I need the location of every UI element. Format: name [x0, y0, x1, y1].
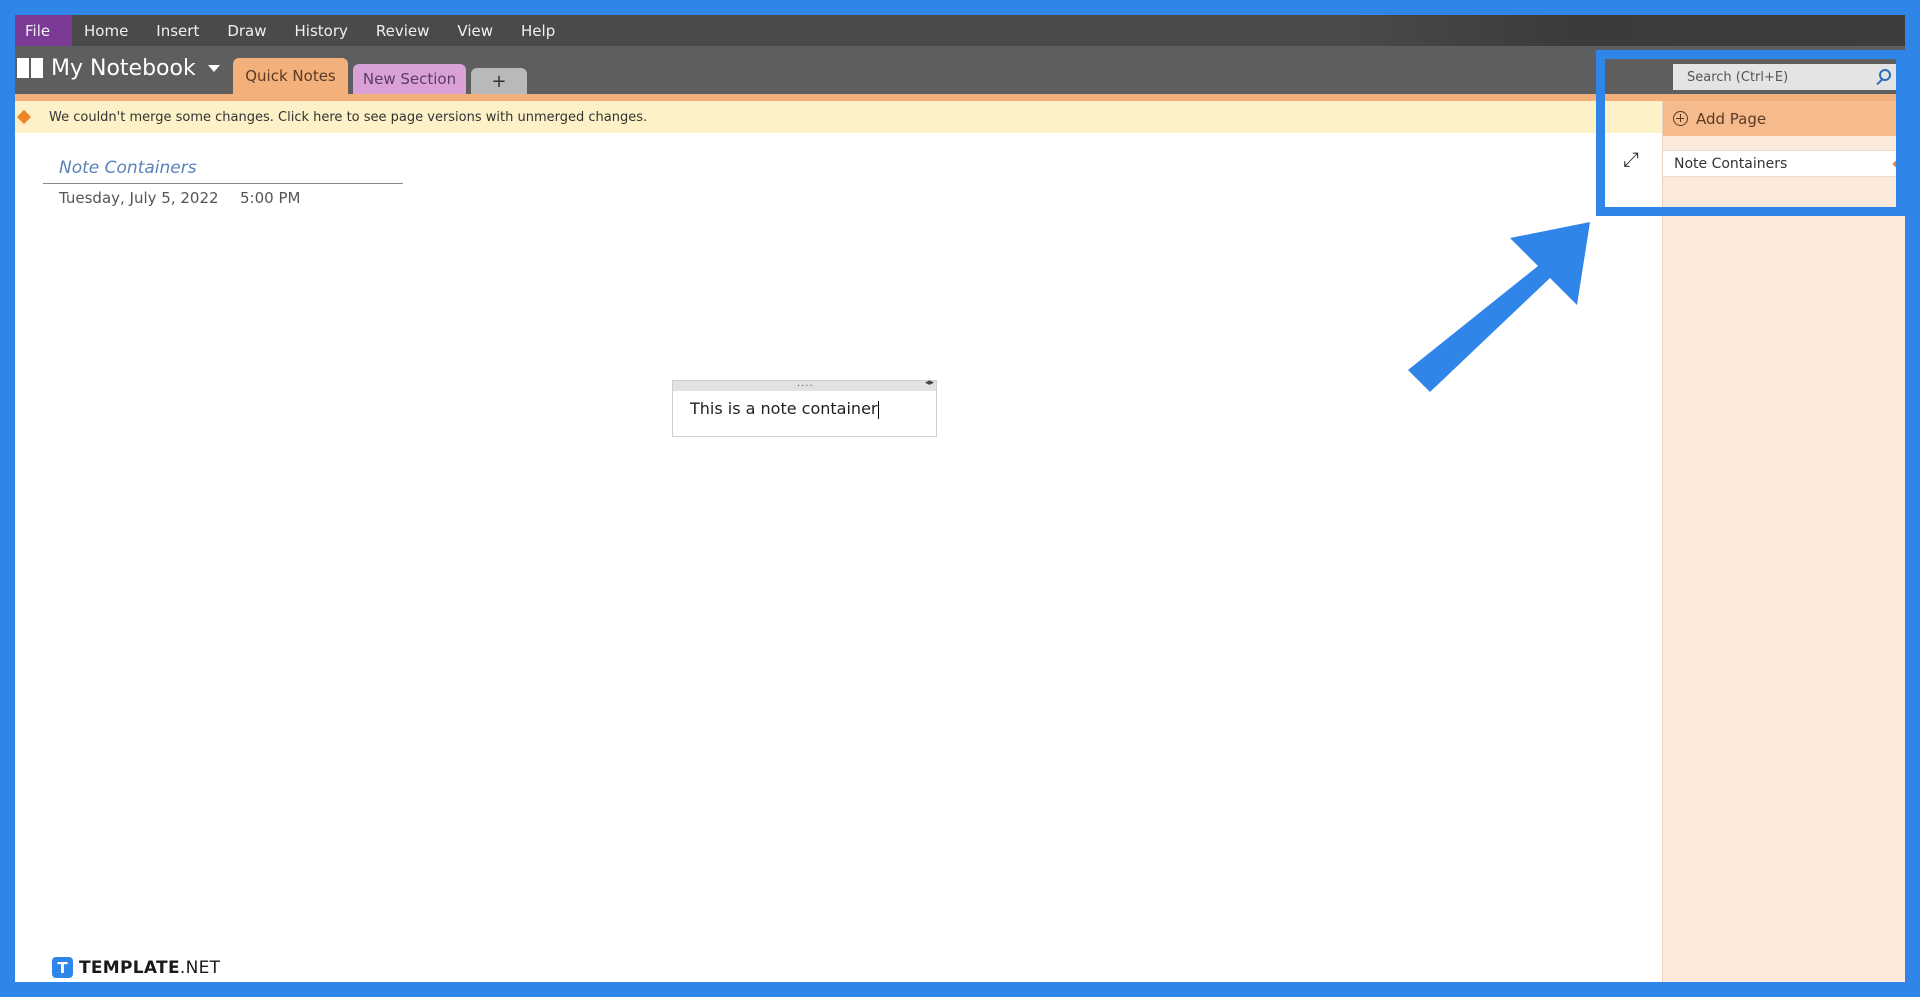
- menu-view[interactable]: View: [457, 22, 493, 40]
- menu-help[interactable]: Help: [521, 22, 555, 40]
- resize-handle-icon[interactable]: ◂▸: [925, 378, 934, 388]
- menu-review[interactable]: Review: [376, 22, 430, 40]
- logo-brand: TEMPLATE: [79, 957, 180, 978]
- title-divider: [43, 183, 403, 184]
- warning-icon: [16, 109, 32, 125]
- menu-home[interactable]: Home: [84, 22, 128, 40]
- tab-new-section[interactable]: New Section: [353, 64, 466, 94]
- chevron-down-icon: [207, 65, 220, 72]
- page-title[interactable]: Note Containers: [59, 158, 197, 178]
- page-date: Tuesday, July 5, 2022: [59, 189, 219, 207]
- logo-mark-icon: T: [52, 957, 73, 978]
- note-text[interactable]: This is a note container: [690, 399, 879, 419]
- highlight-box: [1596, 50, 1905, 216]
- menu-insert[interactable]: Insert: [156, 22, 199, 40]
- notebook-icon: [17, 57, 43, 80]
- menu-bar: File Home Insert Draw History Review Vie…: [15, 15, 1905, 46]
- note-container[interactable]: .... ◂▸ This is a note container: [672, 378, 937, 437]
- merge-warning-text[interactable]: We couldn't merge some changes. Click he…: [49, 110, 647, 125]
- watermark-logo: T TEMPLATE.NET: [52, 957, 220, 978]
- merge-warning-bar[interactable]: We couldn't merge some changes. Click he…: [15, 101, 1663, 133]
- pages-panel: Add Page Note Containers: [1662, 101, 1905, 982]
- tab-quick-notes[interactable]: Quick Notes: [233, 58, 348, 94]
- menu-decoration: [1345, 15, 1905, 46]
- page-time: 5:00 PM: [240, 189, 301, 207]
- file-menu[interactable]: File: [15, 15, 72, 46]
- logo-suffix: .NET: [179, 957, 221, 978]
- add-section-button[interactable]: +: [471, 68, 527, 94]
- notebook-selector[interactable]: My Notebook: [17, 56, 220, 81]
- logo-text: TEMPLATE.NET: [79, 958, 220, 978]
- drag-dots-icon: ....: [797, 378, 814, 389]
- notebook-title: My Notebook: [51, 56, 196, 81]
- menu-draw[interactable]: Draw: [227, 22, 266, 40]
- menu-history[interactable]: History: [295, 22, 348, 40]
- note-drag-handle[interactable]: .... ◂▸: [673, 378, 936, 391]
